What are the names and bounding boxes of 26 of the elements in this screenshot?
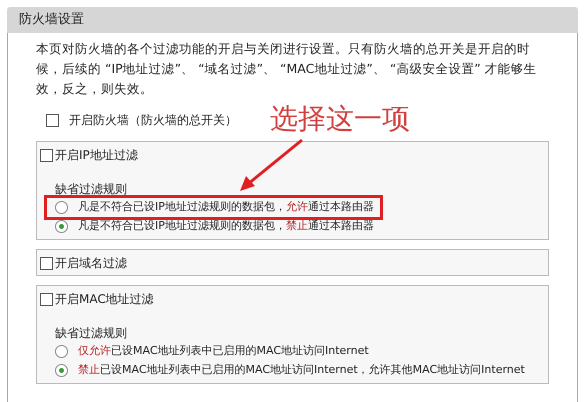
checkbox-label: 开启IP地址过滤 (55, 147, 138, 164)
checkbox[interactable] (40, 292, 53, 306)
radio-option[interactable]: 凡是不符合已设IP地址过滤规则的数据包，禁止通过本路由器 (55, 217, 380, 236)
option-text: 凡是不符合已设IP地址过滤规则的数据包，允许通过本路由器 (78, 199, 374, 216)
option-text: 凡是不符合已设IP地址过滤规则的数据包，禁止通过本路由器 (78, 218, 374, 234)
checkbox[interactable] (40, 256, 53, 270)
radio-button[interactable] (55, 220, 68, 233)
radio-option[interactable]: 禁止已设MAC地址列表中已启用的MAC地址访问Internet，允许其他MAC地址访问Internet (55, 361, 531, 380)
arrow-icon (238, 138, 304, 193)
checkbox[interactable] (46, 114, 59, 126)
radio-button[interactable] (55, 201, 68, 214)
option-text: 仅允许已设MAC地址列表中已启用的MAC地址访问Internet (78, 343, 369, 360)
checkbox-label: 开启防火墙（防火墙的总开关） (69, 112, 237, 129)
panel-title: 防火墙设置 (19, 11, 84, 30)
radio-option[interactable]: 凡是不符合已设IP地址过滤规则的数据包，允许通过本路由器 (47, 198, 380, 217)
radio-button[interactable] (55, 345, 68, 358)
radio-option[interactable]: 仅允许已设MAC地址列表中已启用的MAC地址访问Internet (55, 342, 375, 361)
option-text: 禁止已设MAC地址列表中已启用的MAC地址访问Internet，允许其他MAC地址访问Internet (78, 362, 525, 378)
radio-button[interactable] (55, 364, 68, 377)
checkbox-label: 开启MAC地址过滤 (55, 291, 154, 308)
intro-text: 本页对防火墙的各个过滤功能的开启与关闭进行设置。只有防火墙的总开关是开启的时候，后续的 “IP地址过滤”、 “域名过滤”、 “MAC地址过滤”、 “高级安全设置” 才能够生效，反之，则失效。 (36, 40, 538, 98)
checkbox-label: 开启域名过滤 (55, 255, 127, 272)
annotation-text: 选择这一项 (270, 103, 410, 135)
rules-label: 缺省过滤规则 (55, 181, 128, 198)
checkbox[interactable] (40, 148, 53, 162)
rules-label: 缺省过滤规则 (55, 325, 128, 342)
